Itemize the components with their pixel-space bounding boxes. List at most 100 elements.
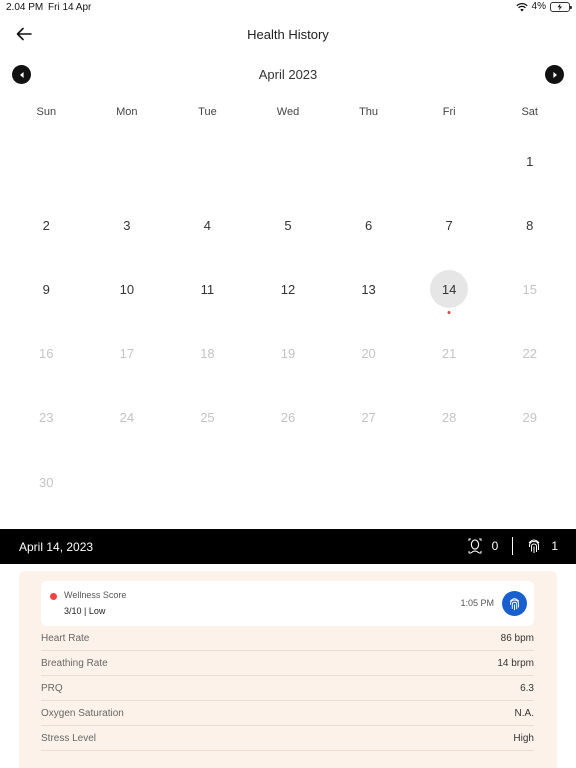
calendar-day: 27	[328, 386, 409, 450]
count-divider	[512, 537, 514, 555]
calendar-day-number: 3	[123, 217, 131, 233]
fingerprint-icon	[528, 539, 540, 553]
event-indicator-dot	[447, 311, 451, 315]
calendar-day: 17	[87, 322, 168, 386]
calendar-blank-cell	[248, 129, 329, 193]
calendar-day-number: 6	[364, 217, 373, 233]
weekday-header-row: Sun Mon Tue Wed Thu Fri Sat	[6, 106, 570, 118]
metric-row-oxygen-saturation: Oxygen Saturation N.A.	[41, 701, 534, 726]
calendar-day: 30	[6, 450, 87, 514]
calendar-day-number: 28	[441, 410, 457, 426]
calendar-day-number: 25	[200, 410, 215, 426]
metric-label: Breathing Rate	[41, 657, 108, 669]
calendar-day-number: 5	[284, 217, 292, 233]
calendar-day[interactable]: 11	[167, 257, 248, 321]
calendar-day-number: 29	[522, 410, 537, 426]
face-scan-count: 0	[491, 539, 499, 553]
calendar-day[interactable]: 13	[328, 257, 409, 321]
calendar-blank-cell	[6, 129, 87, 193]
weekday-label: Mon	[116, 106, 138, 118]
calendar-day-number: 11	[200, 281, 215, 297]
next-month-button[interactable]	[545, 65, 564, 84]
calendar-blank-cell	[409, 129, 490, 193]
metrics-list: Heart Rate 86 bpm Breathing Rate 14 brpm…	[41, 626, 534, 751]
fingerprint-count-group[interactable]: 1	[527, 538, 558, 554]
calendar-blank-cell	[328, 129, 409, 193]
page-title: Health History	[247, 27, 329, 42]
metric-label: Stress Level	[41, 732, 97, 744]
calendar-day-number: 9	[42, 281, 50, 297]
status-time: 2.04 PM	[6, 2, 44, 13]
calendar-day[interactable]: 7	[409, 193, 490, 257]
face-scan-count-group[interactable]: 0	[468, 538, 499, 554]
calendar-day-selected[interactable]: 14	[409, 257, 490, 321]
calendar-day-number: 2	[42, 217, 50, 233]
weekday-label: Thu	[359, 106, 379, 118]
selected-date-bar: April 14, 2023 0 1	[0, 529, 576, 564]
calendar-day[interactable]: 8	[489, 193, 570, 257]
calendar-day: 24	[87, 386, 168, 450]
fingerprint-count: 1	[551, 539, 558, 553]
weekday-label: Tue	[198, 106, 217, 118]
wifi-icon	[515, 2, 528, 11]
calendar-day-number: 4	[203, 217, 212, 233]
calendar-day-number: 1	[526, 153, 534, 169]
battery-percent: 4%	[531, 1, 546, 12]
calendar-day: 26	[248, 386, 329, 450]
calendar-day: 25	[167, 386, 248, 450]
weekday-label: Fri	[442, 106, 456, 118]
nav-bar: Health History	[0, 18, 576, 50]
calendar-day[interactable]: 6	[328, 193, 409, 257]
wellness-time: 1:05 PM	[460, 598, 494, 608]
calendar-day-number: 7	[445, 217, 453, 233]
calendar-day-number: 19	[280, 346, 296, 362]
wellness-score-card[interactable]: Wellness Score 3/10 | Low 1:05 PM	[41, 581, 534, 626]
status-date: Fri 14 Apr	[48, 2, 92, 13]
calendar-day: 16	[6, 322, 87, 386]
calendar-day: 22	[489, 322, 570, 386]
calendar-day[interactable]: 5	[248, 193, 329, 257]
month-header: April 2023	[0, 62, 576, 86]
calendar-day[interactable]: 4	[167, 193, 248, 257]
calendar-day[interactable]: 3	[87, 193, 168, 257]
metric-value: 14 brpm	[497, 657, 534, 669]
metric-value: 86 bpm	[500, 632, 534, 644]
selected-date-label: April 14, 2023	[19, 540, 94, 554]
calendar-day: 29	[489, 386, 570, 450]
caret-right-icon	[552, 71, 557, 78]
calendar-day[interactable]: 10	[87, 257, 168, 321]
month-title: April 2023	[258, 67, 318, 82]
calendar-day-number: 10	[119, 281, 135, 297]
weekday-label: Sat	[521, 106, 538, 118]
fingerprint-badge	[502, 591, 527, 616]
calendar-day-number: 30	[39, 474, 54, 490]
calendar-day[interactable]: 1	[489, 129, 570, 193]
metric-row-prq: PRQ 6.3	[41, 676, 534, 701]
calendar-day-number: 13	[361, 281, 376, 297]
calendar-day-number: 22	[522, 346, 537, 362]
calendar-day[interactable]: 9	[6, 257, 87, 321]
metric-value: High	[513, 732, 534, 744]
calendar-day: 19	[248, 322, 329, 386]
scan-counts: 0 1	[468, 537, 558, 555]
calendar-day-number: 14	[441, 281, 457, 297]
metric-value: 6.3	[520, 682, 534, 694]
metric-row-heart-rate: Heart Rate 86 bpm	[41, 626, 534, 651]
wellness-title: Wellness Score	[64, 590, 127, 600]
calendar-blank-cell	[87, 129, 168, 193]
weekday-label: Sun	[36, 106, 57, 118]
calendar-blank-cell	[167, 129, 248, 193]
calendar-day: 23	[6, 386, 87, 450]
calendar-day-number: 23	[39, 410, 54, 426]
metric-label: PRQ	[41, 682, 63, 694]
calendar-day: 18	[167, 322, 248, 386]
calendar-day-number: 27	[361, 410, 376, 426]
calendar-day-number: 26	[280, 410, 296, 426]
calendar-day-number: 8	[526, 217, 534, 233]
battery-icon	[550, 1, 572, 12]
calendar-day-number: 24	[119, 410, 135, 426]
calendar-day-number: 18	[200, 346, 215, 362]
metric-row-stress-level: Stress Level High	[41, 726, 534, 751]
calendar-day[interactable]: 12	[248, 257, 329, 321]
calendar-day[interactable]: 2	[6, 193, 87, 257]
